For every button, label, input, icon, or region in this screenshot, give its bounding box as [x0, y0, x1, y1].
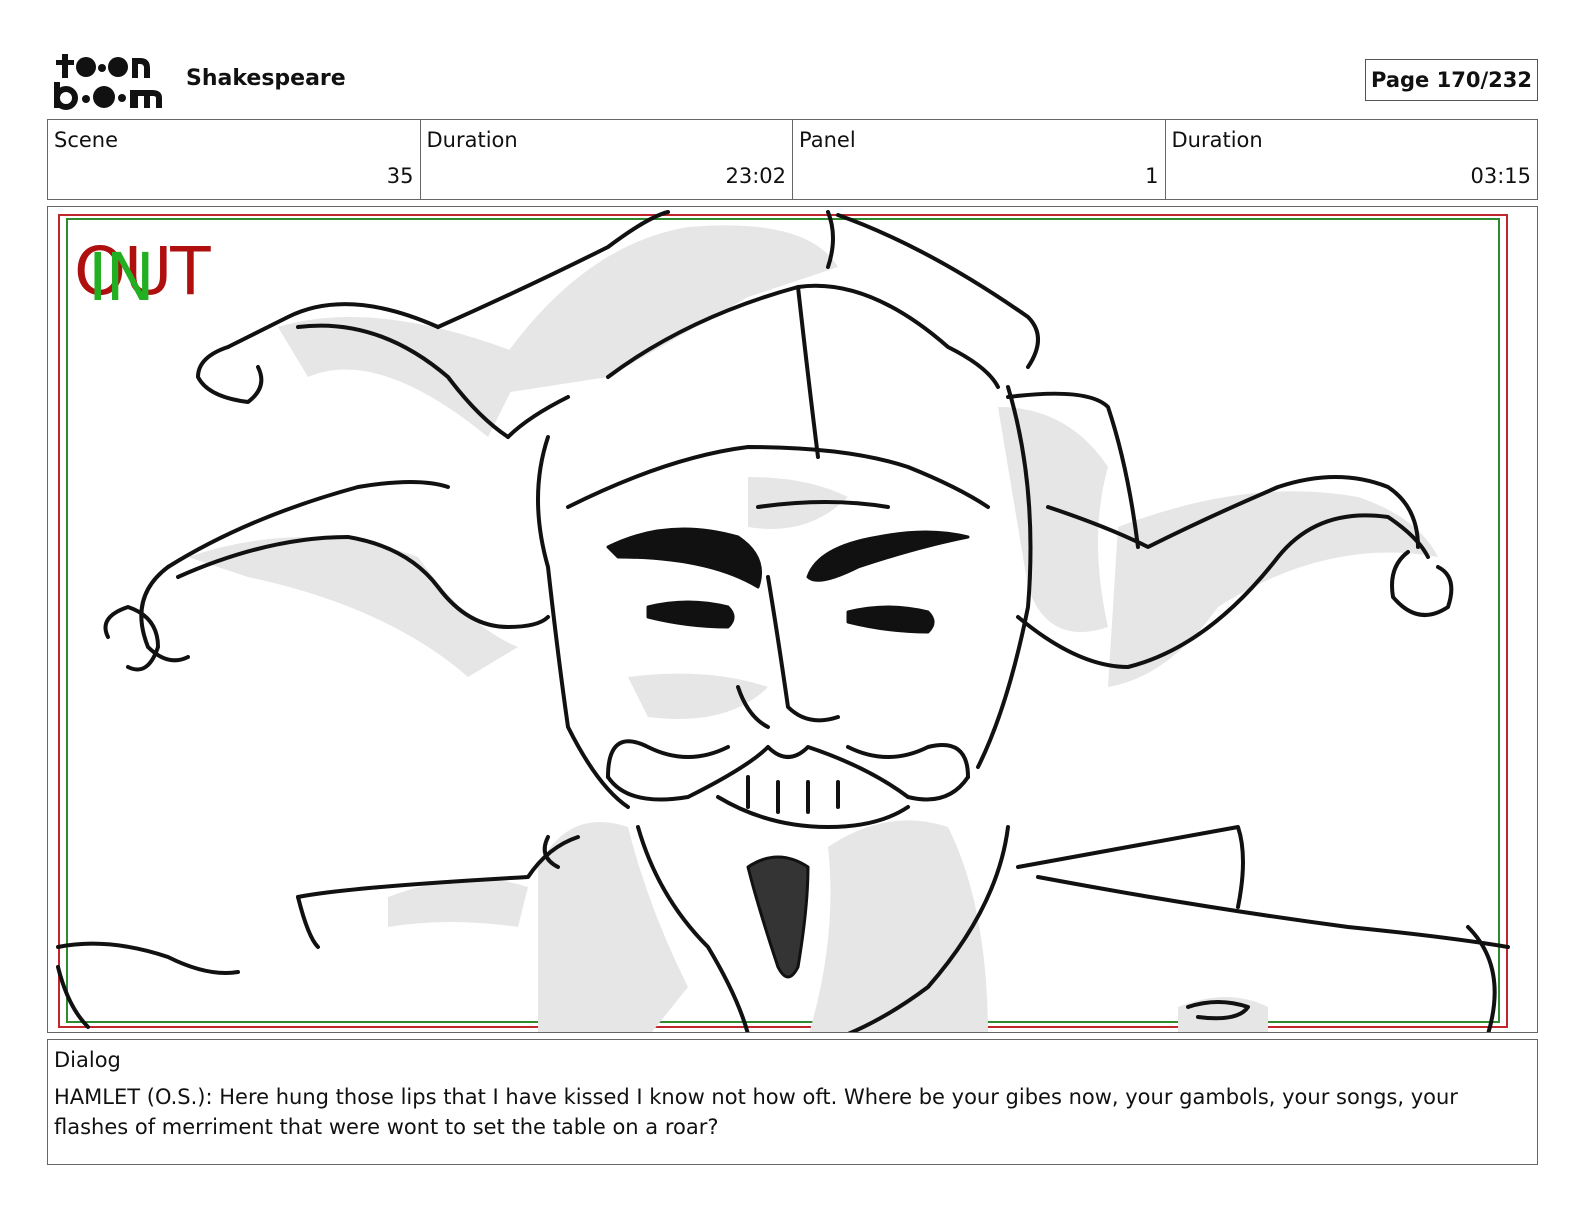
scene-duration-value: 23:02 [725, 164, 786, 188]
project-title: Shakespeare [186, 66, 346, 91]
jester-sketch-illustration [56, 210, 1510, 1032]
panel-label: Panel [799, 128, 856, 152]
logo-icon [54, 54, 162, 110]
scene-value: 35 [386, 164, 414, 188]
panel-duration-label: Duration [1171, 128, 1263, 152]
dialog-text: HAMLET (O.S.): Here hung those lips that… [54, 1085, 1458, 1139]
scene-duration-cell: Duration 23:02 [419, 120, 793, 199]
panel-info-table: Scene 35 Duration 23:02 Panel 1 Duration… [47, 119, 1538, 200]
panel-duration-cell: Duration 03:15 [1164, 120, 1538, 199]
dialog-label: Dialog [54, 1048, 121, 1072]
scene-label: Scene [54, 128, 119, 152]
storyboard-panel: OUT IN [47, 206, 1538, 1033]
page-indicator: Page 170/232 [1365, 59, 1538, 101]
panel-cell: Panel 1 [792, 120, 1165, 199]
scene-duration-label: Duration [426, 128, 518, 152]
dialog-box: Dialog HAMLET (O.S.): Here hung those li… [47, 1039, 1538, 1165]
ink-lines [56, 210, 1510, 1032]
in-label: IN [88, 239, 155, 316]
panel-value: 1 [1145, 164, 1159, 188]
scene-cell: Scene 35 [48, 120, 420, 199]
toon-boom-logo [52, 52, 164, 110]
panel-duration-value: 03:15 [1470, 164, 1531, 188]
